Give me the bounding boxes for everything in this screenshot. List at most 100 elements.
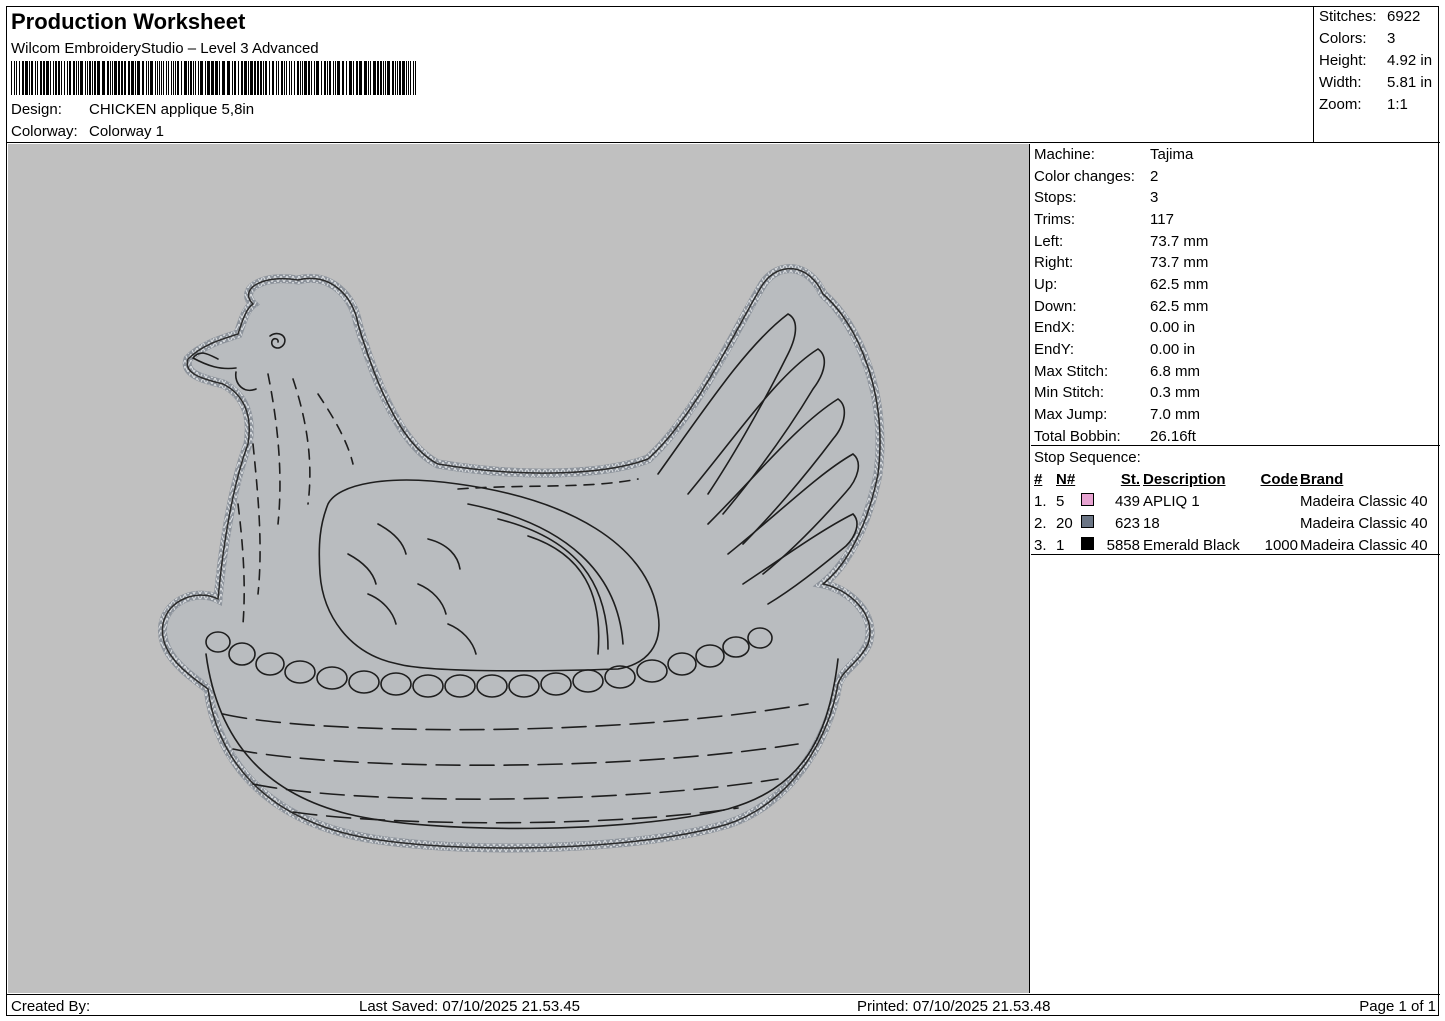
machine-row: Min Stitch: 0.3 mm	[1034, 384, 1200, 401]
row-brand: Madeira Classic 40	[1300, 537, 1428, 554]
summary-value: 6922	[1387, 8, 1421, 25]
table-row: 3. 1 5858 Emerald Black 1000 Madeira Cla…	[1031, 537, 1440, 559]
colorway-value: Colorway 1	[89, 123, 165, 140]
summary-value: 4.92 in	[1387, 52, 1433, 69]
machine-value: 62.5 mm	[1150, 276, 1209, 293]
row-num: 1.	[1034, 493, 1047, 510]
row-brand: Madeira Classic 40	[1300, 493, 1428, 510]
page-title: Production Worksheet	[11, 9, 246, 34]
machine-label: Stops:	[1034, 189, 1077, 206]
row-num: 3.	[1034, 537, 1047, 554]
col-needle: N#	[1056, 471, 1076, 488]
worksheet: Production Worksheet Wilcom EmbroiderySt…	[6, 6, 1440, 1016]
summary-row: Colors: 3	[1319, 30, 1395, 47]
machine-row: EndX: 0.00 in	[1034, 319, 1195, 336]
machine-label: Max Jump:	[1034, 406, 1108, 423]
summary-value: 3	[1387, 30, 1396, 47]
machine-label: Min Stitch:	[1034, 384, 1105, 401]
machine-row: Max Stitch: 6.8 mm	[1034, 363, 1200, 380]
machine-row: Down: 62.5 mm	[1034, 298, 1208, 315]
machine-info: Machine: Tajima Color changes: 2 Stops: 3 T…	[1031, 144, 1440, 446]
summary-value: 5.81 in	[1387, 74, 1433, 91]
row-description: 18	[1143, 515, 1160, 532]
machine-label: EndY:	[1034, 341, 1075, 358]
machine-label: Left:	[1034, 233, 1064, 250]
machine-row: Stops: 3	[1034, 189, 1158, 206]
machine-row: EndY: 0.00 in	[1034, 341, 1195, 358]
applique-outline	[158, 264, 885, 853]
row-brand: Madeira Classic 40	[1300, 515, 1428, 532]
created-by: Created By:	[11, 998, 91, 1015]
machine-value: 6.8 mm	[1150, 363, 1201, 380]
row-needle: 20	[1056, 515, 1073, 532]
row-num: 2.	[1034, 515, 1047, 532]
machine-row: Left: 73.7 mm	[1034, 233, 1208, 250]
summary-value: 1:1	[1387, 96, 1408, 113]
col-brand: Brand	[1300, 471, 1344, 488]
software-name: Wilcom EmbroideryStudio – Level 3 Advanc…	[11, 40, 319, 57]
worksheet-footer: Created By: Last Saved: 07/10/2025 21.53…	[7, 994, 1440, 1016]
color-swatch	[1081, 537, 1094, 550]
machine-row: Trims: 117	[1034, 211, 1174, 228]
summary-row: Stitches: 6922	[1319, 8, 1420, 25]
machine-value: 3	[1150, 189, 1159, 206]
col-description: Description	[1143, 471, 1226, 488]
machine-value: 2	[1150, 168, 1159, 185]
worksheet-header: Production Worksheet Wilcom EmbroiderySt…	[7, 7, 1314, 143]
machine-label: EndX:	[1034, 319, 1075, 336]
row-stitches: 623	[1114, 515, 1140, 532]
machine-label: Down:	[1034, 298, 1077, 315]
machine-value: 0.00 in	[1150, 341, 1196, 358]
colorway-row: Colorway: Colorway 1	[11, 123, 164, 140]
row-description: APLIQ 1	[1143, 493, 1200, 510]
summary-label: Zoom:	[1319, 96, 1362, 113]
machine-row: Color changes: 2	[1034, 168, 1158, 185]
machine-value: Tajima	[1150, 146, 1194, 163]
machine-label: Right:	[1034, 254, 1074, 271]
col-code: Code	[1260, 471, 1299, 488]
machine-label: Trims:	[1034, 211, 1076, 228]
summary-label: Height:	[1319, 52, 1367, 69]
design-label: Design:	[11, 101, 62, 118]
row-code: 1000	[1264, 537, 1298, 554]
row-stitches: 5858	[1106, 537, 1140, 554]
color-swatch	[1081, 515, 1094, 528]
color-swatch	[1081, 493, 1094, 506]
machine-row: Machine: Tajima	[1034, 146, 1193, 163]
summary-row: Zoom: 1:1	[1319, 96, 1408, 113]
row-description: Emerald Black	[1143, 537, 1240, 554]
machine-label: Up:	[1034, 276, 1058, 293]
summary-row: Width: 5.81 in	[1319, 74, 1432, 91]
machine-value: 0.00 in	[1150, 319, 1196, 336]
row-needle: 5	[1056, 493, 1065, 510]
machine-value: 7.0 mm	[1150, 406, 1201, 423]
colorway-label: Colorway:	[11, 123, 78, 140]
chicken-applique-design	[158, 264, 885, 853]
stop-sequence: Stop Sequence: # N# St. Description Code…	[1031, 447, 1440, 555]
last-saved: Last Saved: 07/10/2025 21.53.45	[359, 998, 581, 1015]
row-needle: 1	[1056, 537, 1065, 554]
machine-row: Right: 73.7 mm	[1034, 254, 1208, 271]
machine-value: 117	[1150, 211, 1174, 228]
table-row: 2. 20 623 18 Madeira Classic 40	[1031, 515, 1440, 537]
machine-row: Max Jump: 7.0 mm	[1034, 406, 1200, 423]
machine-label: Color changes:	[1034, 168, 1135, 185]
machine-value: 26.16ft	[1150, 428, 1196, 445]
page-number: Page 1 of 1	[1359, 998, 1436, 1015]
design-preview[interactable]	[8, 144, 1030, 993]
col-stitches: St.	[1120, 471, 1140, 488]
stop-sequence-header: # N# St. Description Code Brand	[1031, 471, 1440, 493]
design-summary: Stitches: 6922 Colors: 3 Height: 4.92 in Wi…	[1314, 7, 1440, 143]
design-row: Design: CHICKEN applique 5,8in	[11, 101, 254, 118]
summary-label: Colors:	[1319, 30, 1367, 47]
summary-label: Width:	[1319, 74, 1362, 91]
machine-label: Total Bobbin:	[1034, 428, 1121, 445]
machine-value: 73.7 mm	[1150, 254, 1209, 271]
table-row: 1. 5 439 APLIQ 1 Madeira Classic 40	[1031, 493, 1440, 515]
col-num: #	[1034, 471, 1043, 488]
printed-date: Printed: 07/10/2025 21.53.48	[857, 998, 1051, 1015]
machine-label: Machine:	[1034, 146, 1095, 163]
barcode-icon	[11, 61, 416, 95]
machine-value: 0.3 mm	[1150, 384, 1201, 401]
machine-row: Up: 62.5 mm	[1034, 276, 1208, 293]
